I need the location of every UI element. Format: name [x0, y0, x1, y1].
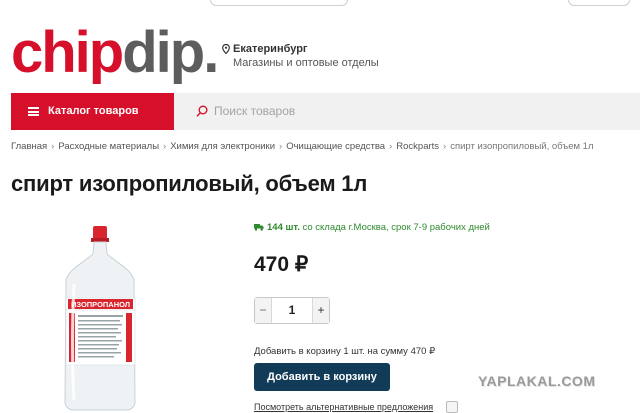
breadcrumb-separator: › [51, 141, 55, 152]
breadcrumb-separator: › [389, 141, 393, 152]
breadcrumb-item-consumables[interactable]: Расходные материалы [58, 141, 159, 152]
breadcrumb-item-home[interactable]: Главная [11, 141, 47, 152]
stores-link[interactable]: Магазины и оптовые отделы [233, 57, 379, 69]
logo-chip: chip [11, 20, 124, 85]
stock-count: 144 шт. [267, 222, 300, 233]
site-logo[interactable]: chipdip. [11, 24, 219, 82]
breadcrumb-separator: › [279, 141, 283, 152]
quantity-stepper[interactable]: − 1 + [254, 297, 330, 324]
search-input[interactable] [214, 102, 614, 120]
increase-quantity-button[interactable]: + [312, 298, 329, 323]
svg-text:ИЗОПРОПАНОЛ: ИЗОПРОПАНОЛ [71, 300, 130, 309]
breadcrumb: Главная › Расходные материалы › Химия для эл… [11, 141, 594, 152]
catalog-button[interactable]: Каталог товаров [11, 93, 174, 130]
delivery-truck-icon [254, 224, 264, 231]
location-pin-icon [222, 44, 230, 54]
city-name: Екатеринбург [233, 43, 308, 55]
catalog-label: Каталог товаров [48, 105, 139, 117]
product-title: спирт изопропиловый, объем 1л [11, 171, 368, 196]
watermark: YAPLAKAL.COM [478, 373, 596, 389]
search-bar[interactable] [174, 93, 640, 130]
stock-info: 144 шт. со склада г.Москва, срок 7-9 раб… [254, 222, 490, 233]
product-price: 470 ₽ [254, 253, 309, 276]
breadcrumb-separator: › [443, 141, 447, 152]
breadcrumb-item-brand[interactable]: Rockparts [396, 141, 439, 152]
logo-dip: dip. [122, 20, 219, 85]
alternatives-expand-icon[interactable] [446, 401, 458, 413]
top-bar-element[interactable] [568, 0, 630, 6]
menu-icon [28, 107, 39, 116]
stock-text[interactable]: со склада г.Москва, срок 7-9 рабочих дне… [303, 222, 490, 233]
breadcrumb-item-current: спирт изопропиловый, объем 1л [450, 141, 594, 152]
add-to-cart-button[interactable]: Добавить в корзину [254, 363, 390, 391]
breadcrumb-separator: › [163, 141, 167, 152]
cart-summary-note: Добавить в корзину 1 шт. на сумму 470 ₽ [254, 346, 436, 357]
city-selector[interactable]: Екатеринбург [222, 43, 308, 55]
quantity-input[interactable]: 1 [272, 298, 312, 323]
top-bar-element[interactable] [210, 0, 348, 6]
product-image[interactable]: ИЗОПРОПАНОЛ [60, 224, 140, 411]
breadcrumb-item-chemistry[interactable]: Химия для электроники [170, 141, 275, 152]
decrease-quantity-button[interactable]: − [255, 298, 272, 323]
search-icon [196, 105, 208, 117]
breadcrumb-item-cleaners[interactable]: Очищающие средства [286, 141, 385, 152]
